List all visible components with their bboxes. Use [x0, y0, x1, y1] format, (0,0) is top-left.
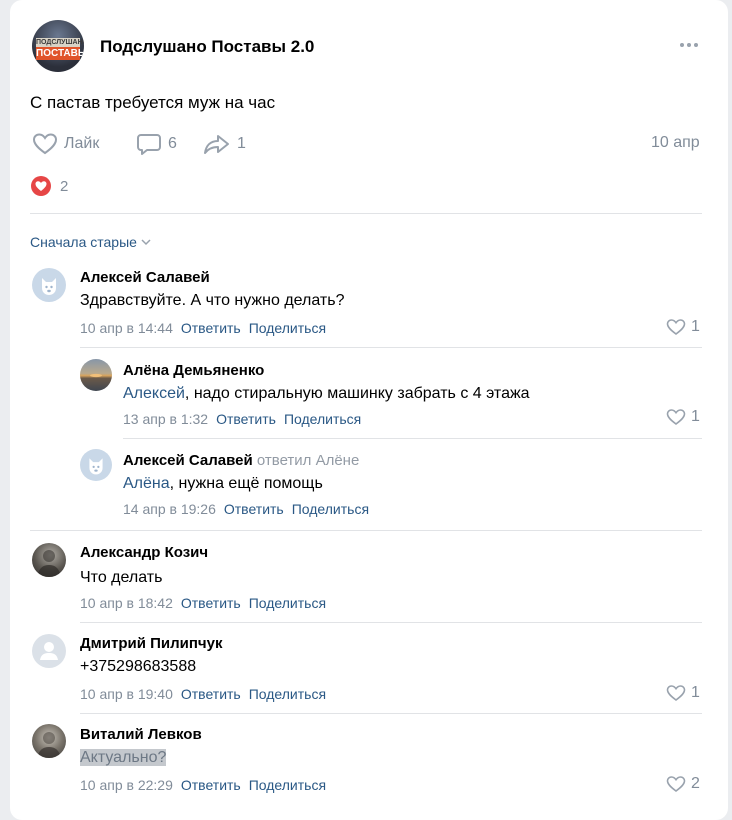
post-card: ПОДСЛУШАНО ПОСТАВЫ Подслушано Поставы 2.…: [10, 0, 728, 820]
avatar-logo-top: ПОДСЛУШАНО: [36, 38, 84, 47]
sunset-avatar-icon: [90, 373, 102, 378]
share-comment-button[interactable]: Поделиться: [249, 686, 326, 702]
comment-author[interactable]: Александр Козич: [80, 544, 208, 561]
share-icon: [204, 135, 229, 154]
heart-reaction-icon: [31, 176, 51, 196]
reply-button[interactable]: Ответить: [181, 686, 241, 702]
comment-text-body: , нужна ещё помощь: [169, 475, 323, 492]
comment-avatar[interactable]: [32, 268, 66, 302]
reply-button[interactable]: Ответить: [224, 501, 284, 517]
comment-like-button[interactable]: 1: [666, 318, 700, 336]
replied-to-label[interactable]: ответил Алёне: [257, 452, 359, 469]
group-name-link[interactable]: Подслушано Поставы 2.0: [100, 37, 314, 57]
comment-meta: 10 апр в 18:42 Ответить Поделиться: [80, 595, 326, 611]
divider: [123, 438, 702, 439]
comment-meta: 10 апр в 19:40 Ответить Поделиться: [80, 686, 326, 702]
author-name[interactable]: Алексей Салавей: [123, 452, 253, 469]
comment-date[interactable]: 10 апр в 19:40: [80, 686, 173, 702]
comment-date[interactable]: 14 апр в 19:26: [123, 501, 216, 517]
avatar-logo-bottom: ПОСТАВЫ: [36, 47, 84, 60]
like-label: Лайк: [64, 135, 100, 152]
comment-date[interactable]: 10 апр в 18:42: [80, 595, 173, 611]
comment-text: Алексей, надо стиральную машинку забрать…: [123, 385, 530, 403]
comment-author[interactable]: Виталий Левков: [80, 726, 202, 743]
mention-link[interactable]: Алёна: [123, 475, 170, 492]
comment-like-button[interactable]: 2: [666, 775, 700, 793]
share-comment-button[interactable]: Поделиться: [249, 595, 326, 611]
comment-author[interactable]: Дмитрий Пилипчук: [80, 635, 223, 652]
comment-text: Актуально?: [80, 749, 167, 767]
comment-text: Алёна, нужна ещё помощь: [123, 475, 323, 493]
selected-text: Актуально?: [80, 749, 167, 766]
comment-date[interactable]: 13 апр в 1:32: [123, 411, 208, 427]
comments-button[interactable]: 6: [136, 132, 177, 156]
comment-text: +375298683588: [80, 658, 197, 675]
reactions-count: 2: [60, 177, 69, 195]
share-button[interactable]: 1: [203, 132, 246, 156]
comment-text: Что делать: [80, 569, 163, 586]
comment-author[interactable]: Алексей Салавей: [80, 269, 210, 286]
heart-outline-icon: [666, 319, 686, 335]
heart-outline-icon: [666, 776, 686, 792]
group-avatar[interactable]: ПОДСЛУШАНО ПОСТАВЫ: [32, 20, 84, 72]
more-options-icon[interactable]: [676, 38, 702, 52]
reply-button[interactable]: Ответить: [181, 320, 241, 336]
photo-avatar-icon: [37, 732, 61, 758]
comment-avatar[interactable]: [80, 449, 112, 481]
comment-like-button[interactable]: 1: [666, 684, 700, 702]
comment-avatar[interactable]: [32, 724, 66, 758]
reply-button[interactable]: Ответить: [181, 595, 241, 611]
reactions-summary[interactable]: 2: [30, 175, 68, 197]
comment-author[interactable]: Алексей Салавей ответил Алёне: [123, 452, 359, 469]
divider: [30, 530, 702, 531]
comment-avatar[interactable]: [80, 359, 112, 391]
divider: [80, 347, 702, 348]
reply-button[interactable]: Ответить: [216, 411, 276, 427]
sort-label: Сначала старые: [30, 234, 137, 250]
comment-meta: 10 апр в 22:29 Ответить Поделиться: [80, 777, 326, 793]
default-avatar-icon: [40, 642, 58, 660]
dog-avatar-icon: [42, 278, 56, 295]
comment-icon: [137, 134, 161, 155]
reply-button[interactable]: Ответить: [181, 777, 241, 793]
comment-likes: 2: [691, 775, 700, 792]
sort-dropdown[interactable]: Сначала старые: [30, 234, 151, 250]
heart-outline-icon: [666, 685, 686, 701]
comment-likes: 1: [691, 684, 700, 701]
like-button[interactable]: Лайк: [32, 132, 99, 156]
divider: [80, 622, 702, 623]
mention-link[interactable]: Алексей: [123, 385, 185, 402]
post-text: С пастав требуется муж на час: [30, 93, 276, 112]
chevron-down-icon: [141, 239, 151, 246]
share-comment-button[interactable]: Поделиться: [249, 320, 326, 336]
share-comment-button[interactable]: Поделиться: [284, 411, 361, 427]
comments-count: 6: [168, 135, 177, 152]
comment-likes: 1: [691, 318, 700, 335]
divider: [80, 713, 702, 714]
share-comment-button[interactable]: Поделиться: [249, 777, 326, 793]
post-date[interactable]: 10 апр: [651, 134, 700, 152]
heart-outline-icon: [666, 409, 686, 425]
comment-meta: 14 апр в 19:26 Ответить Поделиться: [123, 501, 369, 517]
comment-date[interactable]: 10 апр в 22:29: [80, 777, 173, 793]
comment-avatar[interactable]: [32, 634, 66, 668]
comment-like-button[interactable]: 1: [666, 408, 700, 426]
comment-likes: 1: [691, 408, 700, 425]
comment-author[interactable]: Алёна Демьяненко: [123, 362, 264, 379]
share-comment-button[interactable]: Поделиться: [292, 501, 369, 517]
shares-count: 1: [237, 135, 246, 152]
comment-meta: 10 апр в 14:44 Ответить Поделиться: [80, 320, 326, 336]
comment-text: Здравствуйте. А что нужно делать?: [80, 292, 345, 309]
comment-date[interactable]: 10 апр в 14:44: [80, 320, 173, 336]
dog-avatar-icon: [89, 458, 103, 475]
comment-text-body: , надо стиральную машинку забрать с 4 эт…: [184, 385, 530, 402]
photo-avatar-icon: [37, 550, 61, 577]
comment-meta: 13 апр в 1:32 Ответить Поделиться: [123, 411, 361, 427]
comment-avatar[interactable]: [32, 543, 66, 577]
divider: [30, 213, 702, 214]
heart-outline-icon: [32, 133, 58, 155]
